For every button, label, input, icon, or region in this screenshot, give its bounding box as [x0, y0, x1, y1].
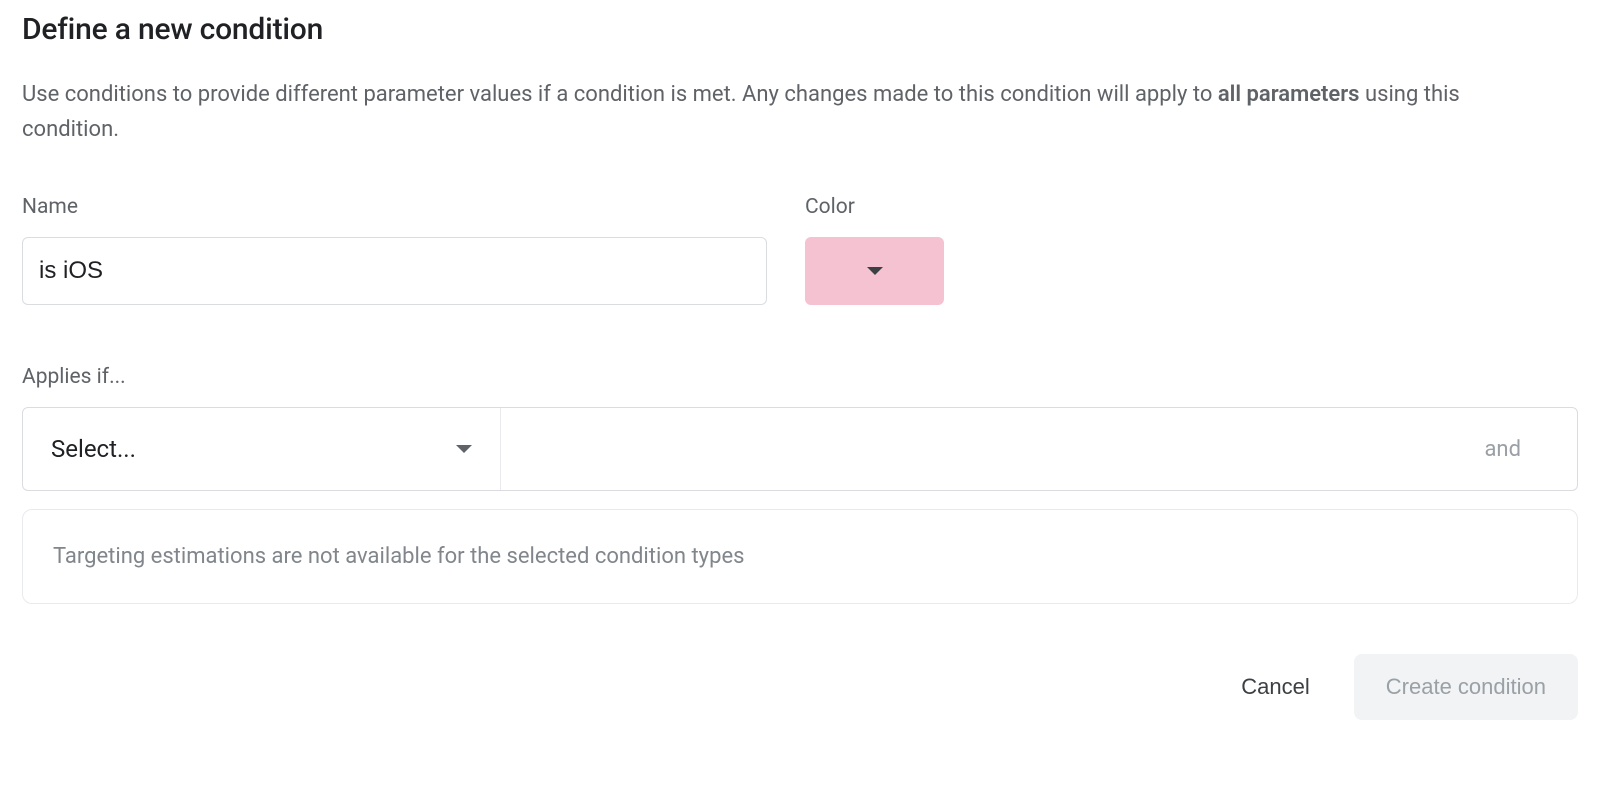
color-label: Color — [805, 195, 944, 219]
name-input[interactable] — [22, 237, 767, 305]
cancel-button[interactable]: Cancel — [1233, 658, 1317, 716]
description-text-pre: Use conditions to provide different para… — [22, 82, 1218, 107]
condition-row: Select... and — [22, 407, 1578, 491]
targeting-info-box: Targeting estimations are not available … — [22, 509, 1578, 604]
name-label: Name — [22, 195, 767, 219]
name-field-group: Name — [22, 195, 767, 305]
caret-down-icon — [867, 267, 883, 275]
description-bold: all parameters — [1218, 82, 1360, 107]
condition-type-select[interactable]: Select... — [23, 408, 501, 490]
applies-if-label: Applies if... — [22, 365, 1578, 389]
dialog-description: Use conditions to provide different para… — [22, 77, 1542, 147]
create-condition-button: Create condition — [1354, 654, 1578, 720]
name-color-row: Name Color — [22, 195, 1578, 305]
and-operator[interactable]: and — [1428, 408, 1577, 490]
color-field-group: Color — [805, 195, 944, 305]
footer-actions: Cancel Create condition — [22, 654, 1578, 720]
color-picker[interactable] — [805, 237, 944, 305]
condition-value-area — [501, 408, 1428, 490]
dialog-title: Define a new condition — [22, 12, 1578, 47]
caret-down-icon — [456, 445, 472, 453]
select-placeholder: Select... — [51, 435, 136, 463]
